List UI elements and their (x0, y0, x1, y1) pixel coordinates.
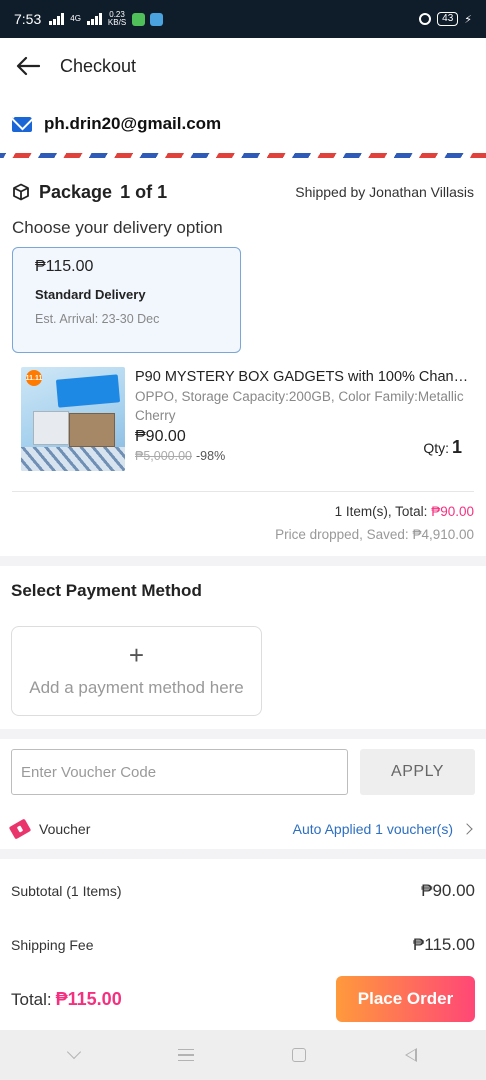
voucher-code-input[interactable] (11, 749, 348, 795)
original-price: ₱5,000.00 (135, 449, 192, 463)
delivery-option-label: Choose your delivery option (12, 218, 223, 237)
system-nav-bar (0, 1030, 486, 1080)
alarm-icon (419, 13, 432, 25)
subtotal-value: ₱90.00 (421, 881, 475, 900)
package-header: Package 1 of 1 Shipped by Jonathan Villa… (12, 158, 474, 222)
page-title: Checkout (60, 55, 137, 76)
app-header: Checkout (0, 38, 486, 94)
account-email: ph.drin20@gmail.com (44, 114, 222, 133)
total-label: Total: (11, 989, 52, 1009)
voucher-ticket-icon (8, 818, 32, 840)
product-variant: OPPO, Storage Capacity:200GB, Color Fami… (135, 389, 464, 423)
subtotal-label: Subtotal (1 Items) (11, 883, 122, 899)
signal-icon (49, 13, 65, 25)
package-count: 1 of 1 (120, 181, 168, 202)
delivery-option-card[interactable]: ₱115.00 Standard Delivery Est. Arrival: … (12, 247, 241, 353)
discount-percent: -98% (196, 449, 226, 463)
status-time: 7:53 (14, 11, 42, 27)
order-item[interactable]: 11.11 P90 MYSTERY BOX GADGETS with 100% … (12, 367, 474, 473)
price-saved: Price dropped, Saved: ₱4,910.00 (12, 527, 474, 542)
battery-icon: 43 (437, 12, 459, 26)
voucher-label: Voucher (39, 821, 91, 837)
status-bar: 7:53 4G 0.23 KB/S 43 ⚡ (0, 0, 486, 38)
nav-menu-icon[interactable] (177, 1049, 194, 1061)
grand-total: Total: ₱115.00 (11, 989, 122, 1010)
mail-icon (12, 116, 32, 132)
sale-badge: 11.11 (26, 370, 42, 386)
delivery-arrival: Est. Arrival: 23-30 Dec (35, 312, 160, 326)
package-total-amount: ₱90.00 (431, 504, 474, 519)
saved-amount: ₱4,910.00 (412, 527, 474, 542)
product-info: P90 MYSTERY BOX GADGETS with 100% Chance… (125, 367, 474, 473)
signal-icon-2 (86, 13, 102, 25)
delivery-price: ₱115.00 (35, 258, 94, 275)
network-speed: 0.23 KB/S (107, 10, 127, 27)
add-payment-method-button[interactable]: + Add a payment method here (11, 626, 262, 716)
package-total-label: 1 Item(s), Total: (334, 504, 428, 519)
plus-icon: + (128, 640, 145, 670)
place-order-button[interactable]: Place Order (336, 976, 475, 1022)
shipped-by: Shipped by Jonathan Villasis (295, 184, 474, 200)
add-payment-label: Add a payment method here (29, 678, 244, 697)
qty-value: 1 (451, 437, 462, 457)
shipping-label: Shipping Fee (11, 937, 94, 953)
order-summary: Subtotal (1 Items) ₱90.00 Shipping Fee ₱… (0, 859, 486, 969)
shipping-value: ₱115.00 (412, 935, 475, 954)
nav-home-icon[interactable] (292, 1048, 307, 1062)
back-arrow-icon[interactable] (14, 52, 42, 80)
divider (12, 491, 474, 492)
qty-label: Qty: (423, 440, 449, 456)
payment-section: Select Payment Method + Add a payment me… (0, 566, 486, 729)
network-type: 4G (70, 14, 81, 23)
product-name: P90 MYSTERY BOX GADGETS with 100% Chance… (135, 369, 471, 385)
package-section: Package 1 of 1 Shipped by Jonathan Villa… (0, 158, 486, 556)
package-icon (13, 183, 29, 201)
subtotal-row: Subtotal (1 Items) ₱90.00 (11, 881, 475, 901)
charging-icon: ⚡ (464, 13, 472, 26)
checkout-footer: Total: ₱115.00 Place Order (0, 968, 486, 1030)
total-amount: ₱115.00 (55, 988, 122, 1009)
chevron-right-icon (461, 823, 473, 835)
shipping-row: Shipping Fee ₱115.00 (11, 935, 475, 955)
payment-title: Select Payment Method (11, 581, 202, 600)
account-row[interactable]: ph.drin20@gmail.com (0, 94, 486, 154)
delivery-name: Standard Delivery (35, 287, 146, 302)
voucher-section: APPLY Voucher Auto Applied 1 voucher(s) (0, 739, 486, 849)
apply-voucher-button[interactable]: APPLY (360, 749, 475, 795)
status-right: 43 ⚡ (419, 12, 472, 26)
voucher-row[interactable]: Voucher Auto Applied 1 voucher(s) (8, 817, 475, 841)
saved-label: Price dropped, Saved: (275, 527, 409, 542)
product-image: 11.11 (21, 367, 125, 471)
app-notification-icon (132, 12, 146, 26)
package-total: 1 Item(s), Total: ₱90.00 (12, 504, 474, 519)
nav-down-icon[interactable] (67, 1044, 82, 1060)
auto-applied-vouchers[interactable]: Auto Applied 1 voucher(s) (293, 821, 453, 837)
quantity: Qty: 1 (423, 437, 462, 458)
app-notification-icon-2 (150, 12, 164, 26)
package-title: Package (39, 181, 113, 202)
nav-back-icon[interactable] (404, 1048, 417, 1062)
